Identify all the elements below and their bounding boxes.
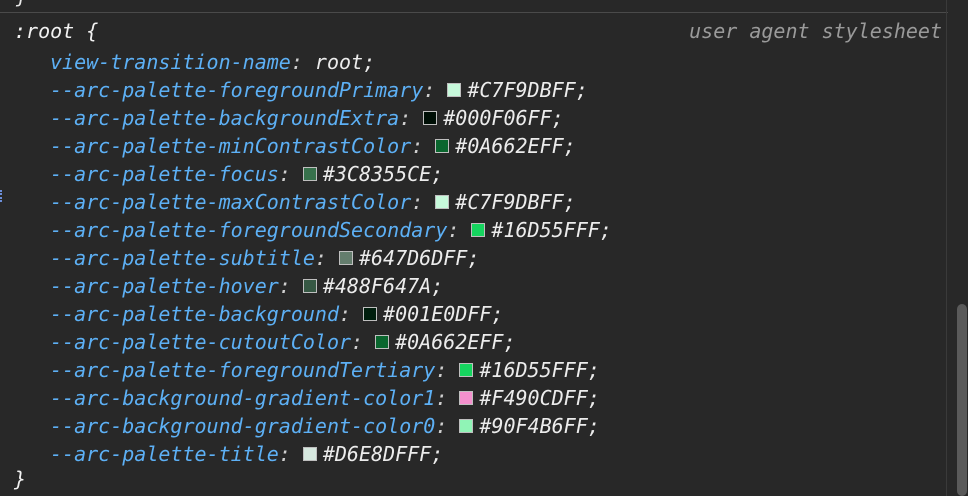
- declaration-row[interactable]: --arc-palette-background: #001E0DFF;: [50, 300, 503, 328]
- semicolon: ;: [363, 50, 376, 74]
- previous-rule-closing-brace: }: [16, 0, 28, 6]
- semicolon: ;: [431, 162, 444, 186]
- colon-separator: :: [435, 414, 448, 438]
- property-value[interactable]: #F490CDFF: [479, 384, 587, 412]
- colon-separator: :: [351, 330, 364, 354]
- color-swatch-icon[interactable]: [363, 307, 378, 321]
- property-value[interactable]: #16D55FFF: [491, 216, 599, 244]
- property-name[interactable]: --arc-background-gradient-color1: [50, 384, 435, 412]
- colon-separator: :: [314, 246, 327, 270]
- color-swatch-icon[interactable]: [459, 419, 474, 433]
- property-name[interactable]: --arc-palette-foregroundTertiary: [50, 356, 435, 384]
- colon-separator: :: [399, 106, 412, 130]
- color-swatch-icon[interactable]: [302, 447, 317, 461]
- colon-separator: :: [447, 218, 460, 242]
- property-value[interactable]: #90F4B6FF: [479, 412, 587, 440]
- declaration-row[interactable]: --arc-palette-backgroundExtra: #000F06FF;: [50, 104, 564, 132]
- property-name[interactable]: --arc-palette-foregroundPrimary: [50, 76, 423, 104]
- semicolon: ;: [587, 386, 600, 410]
- semicolon: ;: [575, 78, 588, 102]
- semicolon: ;: [467, 246, 480, 270]
- property-name[interactable]: --arc-palette-foregroundSecondary: [50, 216, 447, 244]
- property-value[interactable]: #C7F9DBFF: [467, 76, 575, 104]
- property-name[interactable]: --arc-palette-maxContrastColor: [50, 188, 411, 216]
- colon-separator: :: [435, 386, 448, 410]
- semicolon: ;: [551, 106, 564, 130]
- color-swatch-icon[interactable]: [435, 139, 450, 153]
- property-value[interactable]: #001E0DFF: [383, 300, 491, 328]
- property-value[interactable]: root: [315, 48, 363, 76]
- colon-separator: :: [338, 302, 352, 326]
- color-swatch-icon[interactable]: [447, 83, 462, 97]
- property-value[interactable]: #D6E8DFFF: [323, 440, 431, 468]
- declaration-row[interactable]: --arc-palette-maxContrastColor: #C7F9DBFF…: [50, 188, 576, 216]
- scrollbar-thumb[interactable]: [957, 304, 967, 496]
- rule-closing-brace: }: [14, 467, 27, 491]
- property-name[interactable]: --arc-palette-hover: [50, 272, 279, 300]
- semicolon: ;: [587, 358, 600, 382]
- color-swatch-icon[interactable]: [435, 195, 450, 209]
- property-name[interactable]: --arc-palette-minContrastColor: [50, 132, 411, 160]
- property-name[interactable]: --arc-palette-subtitle: [50, 244, 315, 272]
- semicolon: ;: [599, 218, 612, 242]
- declaration-row[interactable]: --arc-background-gradient-color1: #F490CD…: [50, 384, 600, 412]
- semicolon: ;: [503, 330, 516, 354]
- semicolon: ;: [431, 442, 444, 466]
- colon-separator: :: [435, 358, 448, 382]
- property-value[interactable]: #16D55FFF: [479, 356, 587, 384]
- property-value[interactable]: #3C8355CE: [323, 160, 431, 188]
- semicolon: ;: [563, 134, 576, 158]
- property-name[interactable]: --arc-palette-background: [50, 300, 339, 328]
- color-swatch-icon[interactable]: [459, 391, 474, 405]
- property-name[interactable]: --arc-palette-cutoutColor: [50, 328, 351, 356]
- declaration-row[interactable]: --arc-palette-minContrastColor: #0A662EFF…: [50, 132, 576, 160]
- property-name[interactable]: --arc-palette-title: [50, 440, 279, 468]
- declaration-row[interactable]: view-transition-name: root;: [50, 48, 375, 76]
- colon-separator: :: [411, 134, 424, 158]
- declaration-row[interactable]: --arc-palette-focus: #3C8355CE;: [50, 160, 443, 188]
- stylesheet-source-label: user agent stylesheet: [689, 19, 942, 43]
- declaration-row[interactable]: --arc-background-gradient-color0: #90F4B6…: [50, 412, 600, 440]
- semicolon: ;: [563, 190, 576, 214]
- color-swatch-icon[interactable]: [375, 335, 390, 349]
- semicolon: ;: [587, 414, 600, 438]
- styles-pane: } :root { user agent stylesheet view-tra…: [0, 0, 968, 496]
- colon-separator: :: [278, 442, 291, 466]
- rule-selector[interactable]: :root {: [14, 17, 98, 45]
- property-value[interactable]: #0A662EFF: [455, 132, 563, 160]
- color-swatch-icon[interactable]: [471, 223, 486, 237]
- declaration-row[interactable]: --arc-palette-cutoutColor: #0A662EFF;: [50, 328, 516, 356]
- color-swatch-icon[interactable]: [423, 111, 438, 125]
- rule-divider: [0, 12, 948, 13]
- declaration-row[interactable]: --arc-palette-subtitle: #647D6DFF;: [50, 244, 479, 272]
- gutter-marker: [0, 190, 5, 202]
- colon-separator: :: [411, 190, 424, 214]
- color-swatch-icon[interactable]: [338, 251, 353, 265]
- property-value[interactable]: #C7F9DBFF: [455, 188, 563, 216]
- declaration-row[interactable]: --arc-palette-hover: #488F647A;: [50, 272, 443, 300]
- colon-separator: :: [423, 78, 436, 102]
- property-value[interactable]: #647D6DFF: [359, 244, 467, 272]
- semicolon: ;: [491, 302, 504, 326]
- declaration-row[interactable]: --arc-palette-foregroundTertiary: #16D55F…: [50, 356, 600, 384]
- colon-separator: :: [278, 274, 291, 298]
- property-value[interactable]: #488F647A: [323, 272, 431, 300]
- semicolon: ;: [431, 274, 444, 298]
- colon-separator: :: [290, 50, 303, 74]
- property-value[interactable]: #000F06FF: [443, 104, 551, 132]
- property-name[interactable]: --arc-palette-focus: [50, 160, 279, 188]
- property-value[interactable]: #0A662EFF: [395, 328, 503, 356]
- color-swatch-icon[interactable]: [459, 363, 474, 377]
- pane-divider: [946, 0, 947, 496]
- declaration-row[interactable]: --arc-palette-foregroundSecondary: #16D55…: [50, 216, 612, 244]
- declaration-row[interactable]: --arc-palette-title: #D6E8DFFF;: [50, 440, 443, 468]
- color-swatch-icon[interactable]: [302, 167, 317, 181]
- property-name[interactable]: --arc-palette-backgroundExtra: [50, 104, 399, 132]
- color-swatch-icon[interactable]: [302, 279, 317, 293]
- property-name[interactable]: view-transition-name: [50, 48, 291, 76]
- property-name[interactable]: --arc-background-gradient-color0: [50, 412, 435, 440]
- declaration-row[interactable]: --arc-palette-foregroundPrimary: #C7F9DBF…: [50, 76, 588, 104]
- colon-separator: :: [278, 162, 291, 186]
